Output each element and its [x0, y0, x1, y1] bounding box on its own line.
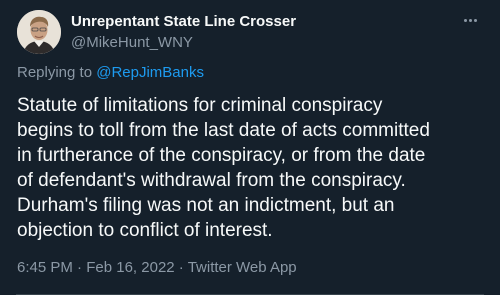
tweet-date[interactable]: Feb 16, 2022: [86, 259, 174, 276]
tweet-text: Statute of limitations for criminal cons…: [17, 95, 430, 241]
meta-separator: ·: [174, 259, 188, 276]
tweet-source[interactable]: Twitter Web App: [188, 259, 297, 276]
replying-to: Replying to @RepJimBanks: [17, 63, 204, 82]
user-handle[interactable]: @MikeHunt_WNY: [71, 33, 296, 52]
tweet-meta: 6:45 PM · Feb 16, 2022 · Twitter Web App: [17, 258, 297, 277]
display-name[interactable]: Unrepentant State Line Crosser: [71, 12, 296, 31]
more-dot: [463, 18, 467, 22]
more-dot: [473, 18, 477, 22]
meta-separator: ·: [72, 259, 87, 276]
more-dot: [468, 18, 472, 22]
replying-to-label: Replying to: [17, 64, 97, 81]
user-names: Unrepentant State Line Crosser @MikeHunt…: [71, 12, 296, 52]
avatar-portrait: [17, 10, 61, 54]
reply-to-handle-link[interactable]: @RepJimBanks: [96, 64, 204, 81]
tweet: Unrepentant State Line Crosser @MikeHunt…: [0, 0, 500, 295]
more-options-icon[interactable]: [458, 10, 482, 30]
user-avatar-icon[interactable]: [17, 10, 61, 54]
tweet-time[interactable]: 6:45 PM: [17, 259, 73, 276]
tweet-header: Unrepentant State Line Crosser @MikeHunt…: [17, 10, 484, 54]
